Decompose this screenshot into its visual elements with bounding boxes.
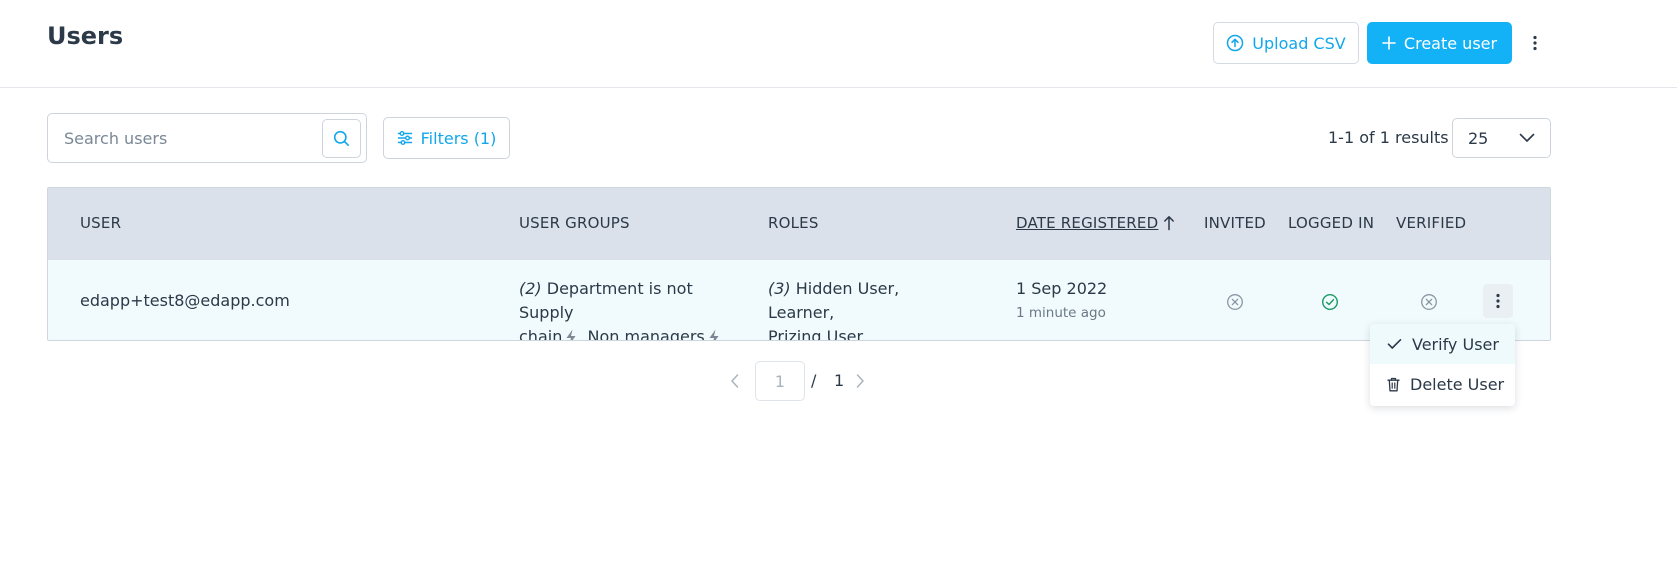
page-separator: / — [811, 371, 817, 390]
date-relative: 1 minute ago — [1016, 305, 1106, 321]
upload-icon — [1227, 34, 1244, 52]
chevron-down-icon — [1519, 133, 1535, 142]
per-page-select[interactable]: 25 — [1452, 118, 1551, 158]
lightning-icon — [709, 329, 719, 340]
more-options-button[interactable] — [1524, 27, 1546, 59]
chevron-left-icon[interactable] — [730, 373, 740, 389]
lightning-icon — [566, 329, 576, 340]
verify-user-menu-item[interactable]: Verify User — [1370, 324, 1515, 364]
chevron-right-icon[interactable] — [855, 373, 865, 389]
create-user-label: Create user — [1403, 33, 1498, 53]
x-circle-icon — [1421, 294, 1437, 310]
date-registered-cell: 1 Sep 2022 1 minute ago — [1016, 277, 1107, 325]
search-icon — [333, 130, 349, 146]
column-header-invited[interactable]: INVITED — [1204, 214, 1266, 232]
column-header-user[interactable]: USER — [80, 214, 121, 232]
user-group-name: Department is not Supply — [519, 279, 693, 322]
create-user-button[interactable]: Create user — [1367, 22, 1512, 64]
column-header-date-registered[interactable]: DATE REGISTERED — [1016, 214, 1158, 232]
plus-icon — [1382, 36, 1396, 50]
kebab-menu-icon — [1496, 293, 1500, 309]
table-header: USER USER GROUPS ROLES DATE REGISTERED I… — [48, 188, 1550, 260]
verify-user-label: Verify User — [1412, 334, 1499, 354]
per-page-value: 25 — [1468, 128, 1489, 148]
column-header-user-groups[interactable]: USER GROUPS — [519, 214, 630, 232]
user-group-name-cont: chain — [519, 327, 563, 341]
kebab-menu-icon — [1533, 35, 1537, 51]
x-circle-icon — [1227, 294, 1243, 310]
user-groups-count: (2) — [519, 279, 542, 298]
delete-user-label: Delete User — [1410, 374, 1505, 394]
sliders-icon — [397, 131, 412, 145]
upload-csv-button[interactable]: Upload CSV — [1213, 22, 1359, 64]
roles-line-2: Prizing User — [768, 327, 864, 341]
user-email[interactable]: edapp+test8@edapp.com — [80, 289, 290, 313]
filters-button[interactable]: Filters (1) — [383, 117, 510, 159]
sort-ascending-icon[interactable] — [1163, 215, 1175, 231]
page-number-input[interactable] — [755, 361, 805, 401]
search-box — [47, 113, 367, 163]
page-header: Users Upload CSV Create user — [0, 0, 1677, 88]
upload-csv-label: Upload CSV — [1252, 33, 1346, 53]
filters-label: Filters (1) — [420, 128, 497, 148]
users-table: USER USER GROUPS ROLES DATE REGISTERED I… — [47, 187, 1551, 341]
check-circle-icon — [1321, 293, 1339, 311]
trash-icon — [1387, 377, 1400, 391]
page-total: 1 — [834, 371, 845, 390]
row-actions-button[interactable] — [1483, 284, 1513, 318]
user-group-name-second: , Non managers — [577, 327, 705, 341]
user-groups-cell: (2) Department is not Supply chain , Non … — [519, 277, 749, 341]
column-header-logged-in[interactable]: LOGGED IN — [1288, 214, 1374, 232]
column-header-verified[interactable]: VERIFIED — [1396, 214, 1466, 232]
check-icon — [1387, 339, 1402, 349]
date-registered: 1 Sep 2022 — [1016, 279, 1108, 298]
row-actions-menu: Verify User Delete User — [1370, 324, 1515, 406]
roles-count: (3) — [768, 279, 791, 298]
page-title: Users — [47, 22, 124, 50]
results-count: 1-1 of 1 results — [1328, 128, 1449, 147]
table-row[interactable]: edapp+test8@edapp.com (2) Department is … — [48, 260, 1550, 341]
delete-user-menu-item[interactable]: Delete User — [1370, 364, 1515, 404]
roles-cell: (3) Hidden User, Learner, Prizing User — [768, 277, 968, 341]
search-input[interactable] — [64, 114, 314, 162]
column-header-roles[interactable]: ROLES — [768, 214, 819, 232]
search-button[interactable] — [322, 119, 361, 158]
